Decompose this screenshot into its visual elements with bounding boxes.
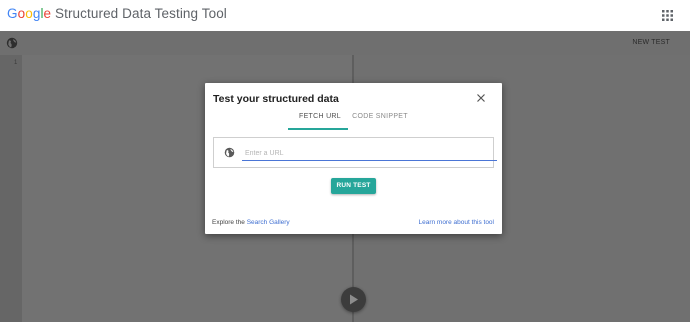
play-icon xyxy=(350,294,358,305)
logo-letter: G xyxy=(7,6,18,21)
url-field-container xyxy=(213,137,497,168)
footer-prefix-text: Explore the xyxy=(212,219,247,226)
test-dialog: Test your structured data FETCH URL CODE… xyxy=(205,83,502,234)
close-icon[interactable] xyxy=(476,93,486,103)
footer-explore: Explore the Search Gallery xyxy=(212,219,290,226)
globe-icon xyxy=(224,147,235,158)
app-logo[interactable]: Google Structured Data Testing Tool xyxy=(7,6,227,22)
dialog-title: Test your structured data xyxy=(213,93,339,105)
url-input[interactable] xyxy=(242,146,497,161)
learn-more-link[interactable]: Learn more about this tool xyxy=(418,219,494,226)
active-tab-indicator xyxy=(288,128,348,130)
tab-fetch-url[interactable]: FETCH URL xyxy=(292,113,348,120)
globe-icon[interactable] xyxy=(6,37,18,49)
new-test-button[interactable]: NEW TEST xyxy=(632,39,670,46)
run-test-button[interactable]: RUN TEST xyxy=(331,178,376,194)
tab-code-snippet[interactable]: CODE SNIPPET xyxy=(351,113,409,120)
line-number: 1 xyxy=(14,60,18,66)
search-gallery-link[interactable]: Search Gallery xyxy=(247,219,290,226)
app-title: Structured Data Testing Tool xyxy=(51,6,227,21)
apps-grid-icon[interactable] xyxy=(661,9,674,22)
toolbar: NEW TEST xyxy=(0,31,690,55)
line-gutter: 1 xyxy=(0,55,22,322)
logo-letter: o xyxy=(25,6,33,21)
app-header: Google Structured Data Testing Tool xyxy=(0,0,690,31)
logo-letter: e xyxy=(43,6,52,21)
run-fab-button[interactable] xyxy=(341,287,366,312)
